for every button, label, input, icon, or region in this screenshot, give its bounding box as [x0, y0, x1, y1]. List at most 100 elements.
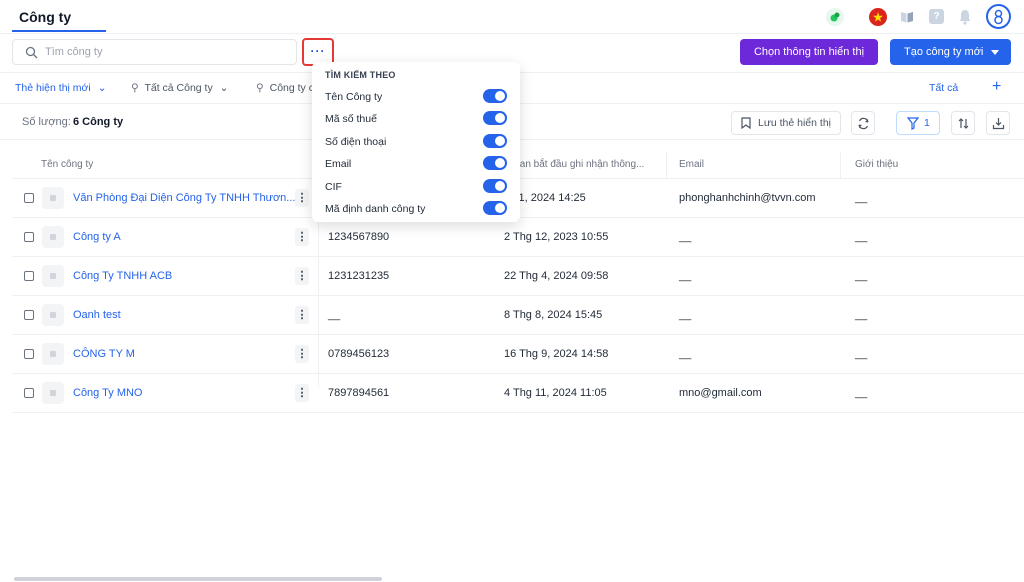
row-checkbox[interactable]	[24, 193, 34, 203]
tab-new-view[interactable]: Thẻ hiện thị mới ⌄	[15, 82, 107, 94]
bell-icon[interactable]	[958, 9, 972, 25]
column-header-date[interactable]: i gian bắt đầu ghi nhận thông...	[507, 159, 644, 170]
pin-icon: ⚲	[256, 82, 264, 94]
filter-count: 1	[924, 117, 930, 129]
tab-company-partial[interactable]: ⚲ Công ty c	[256, 82, 314, 94]
all-tabs-link[interactable]: Tất cả	[929, 82, 958, 94]
row-checkbox[interactable]	[24, 349, 34, 359]
row-checkbox[interactable]	[24, 310, 34, 320]
search-box	[12, 39, 297, 65]
date-cell: 4 Thg 11, 2024 11:05	[504, 387, 607, 399]
search-field-toggle[interactable]	[483, 178, 507, 193]
date-cell: 2 Thg 12, 2023 10:55	[504, 231, 609, 243]
tax-code-cell: 0789456123	[328, 348, 390, 360]
horizontal-scrollbar[interactable]	[14, 577, 382, 581]
tax-code-cell: 1234567890	[328, 231, 390, 243]
search-field-option: Email	[312, 153, 520, 175]
save-view-label: Lưu thẻ hiển thị	[758, 117, 831, 129]
save-view-button[interactable]: Lưu thẻ hiển thị	[731, 111, 841, 135]
search-field-label: Số điện thoại	[325, 135, 387, 148]
company-name-link[interactable]: Công Ty MNO	[73, 387, 143, 399]
search-field-option: Mã định danh công ty	[312, 198, 520, 220]
dropdown-heading: TÌM KIẾM THEO	[325, 70, 396, 80]
row-menu-icon[interactable]: ⋮	[295, 267, 309, 285]
email-cell: __	[679, 348, 692, 360]
company-name-link[interactable]: Oanh test	[73, 309, 121, 321]
company-logo	[42, 265, 64, 287]
company-logo	[42, 304, 64, 326]
search-field-toggle[interactable]	[483, 201, 507, 215]
create-company-button[interactable]: Tạo công ty mới	[890, 39, 1011, 65]
search-field-toggle[interactable]	[483, 111, 507, 126]
tab-label: Thẻ hiện thị mới	[15, 82, 91, 94]
column-divider	[840, 152, 841, 179]
user-avatar-icon[interactable]	[986, 4, 1011, 29]
sort-icon	[957, 117, 970, 133]
search-input[interactable]	[45, 44, 285, 60]
row-menu-icon[interactable]: ⋮	[295, 345, 309, 363]
search-field-toggle[interactable]	[483, 156, 507, 171]
sort-button[interactable]	[951, 111, 975, 135]
row-menu-icon[interactable]: ⋮	[295, 189, 309, 207]
bookmark-icon	[741, 117, 751, 132]
refresh-button[interactable]	[851, 111, 875, 135]
company-logo	[42, 382, 64, 404]
email-cell: __	[679, 231, 692, 243]
column-header-email[interactable]: Email	[679, 159, 704, 170]
count-value: 6 Công ty	[73, 116, 124, 128]
tab-label: Tất cả Công ty	[144, 82, 213, 94]
tab-label: Công ty c	[269, 82, 314, 94]
download-button[interactable]	[986, 111, 1010, 135]
app-logo-icon[interactable]	[826, 8, 844, 26]
search-field-option: Mã số thuế	[312, 108, 520, 130]
book-icon[interactable]	[899, 9, 915, 25]
caret-down-icon[interactable]	[991, 50, 999, 55]
tab-all-companies[interactable]: ⚲ Tất cả Công ty ⌄	[131, 82, 228, 94]
search-field-option: Tên Công ty	[312, 86, 520, 108]
create-company-label: Tạo công ty mới	[904, 46, 984, 58]
intro-cell: __	[855, 348, 868, 360]
row-checkbox[interactable]	[24, 271, 34, 281]
flag-vn-icon[interactable]	[869, 8, 887, 26]
filter-icon	[906, 117, 920, 133]
chevron-down-icon: ⌄	[219, 82, 229, 94]
date-cell: 22 Thg 4, 2024 09:58	[504, 270, 609, 282]
page-title: Công ty	[19, 9, 72, 25]
refresh-icon	[857, 117, 870, 133]
row-checkbox[interactable]	[24, 232, 34, 242]
tax-code-cell: __	[328, 309, 341, 321]
company-name-link[interactable]: CÔNG TY M	[73, 348, 135, 360]
column-header-intro[interactable]: Giới thiệu	[855, 159, 898, 170]
search-field-toggle[interactable]	[483, 133, 507, 148]
email-cell: __	[679, 309, 692, 321]
company-logo	[42, 187, 64, 209]
date-cell: 8 Thg 8, 2024 15:45	[504, 309, 603, 321]
filter-button[interactable]: 1	[896, 111, 940, 135]
search-field-option: CIF	[312, 176, 520, 198]
company-name-link[interactable]: Công ty A	[73, 231, 121, 243]
row-checkbox[interactable]	[24, 388, 34, 398]
search-field-label: Mã số thuế	[325, 113, 377, 126]
search-field-toggle[interactable]	[483, 89, 507, 103]
company-logo	[42, 343, 64, 365]
chevron-down-icon: ⌄	[97, 82, 107, 94]
column-divider	[666, 152, 667, 179]
add-tab-button[interactable]: +	[992, 78, 1001, 96]
intro-cell: __	[855, 387, 868, 399]
intro-cell: __	[855, 192, 868, 204]
row-menu-icon[interactable]: ⋮	[295, 228, 309, 246]
row-menu-icon[interactable]: ⋮	[295, 384, 309, 402]
intro-cell: __	[855, 270, 868, 282]
choose-display-button[interactable]: Chọn thông tin hiển thị	[740, 39, 878, 65]
search-field-option: Số điện thoại	[312, 131, 520, 153]
company-logo	[42, 226, 64, 248]
pin-icon: ⚲	[131, 82, 139, 94]
intro-cell: __	[855, 231, 868, 243]
column-header-name[interactable]: Tên công ty	[41, 159, 93, 170]
row-menu-icon[interactable]: ⋮	[295, 306, 309, 324]
company-name-link[interactable]: Công Ty TNHH ACB	[73, 270, 172, 282]
company-name-link[interactable]: Văn Phòng Đại Diện Công Ty TNHH Thươn...	[73, 192, 295, 204]
download-icon	[992, 117, 1005, 133]
search-field-label: CIF	[325, 180, 342, 193]
help-icon[interactable]: ?	[929, 9, 944, 24]
